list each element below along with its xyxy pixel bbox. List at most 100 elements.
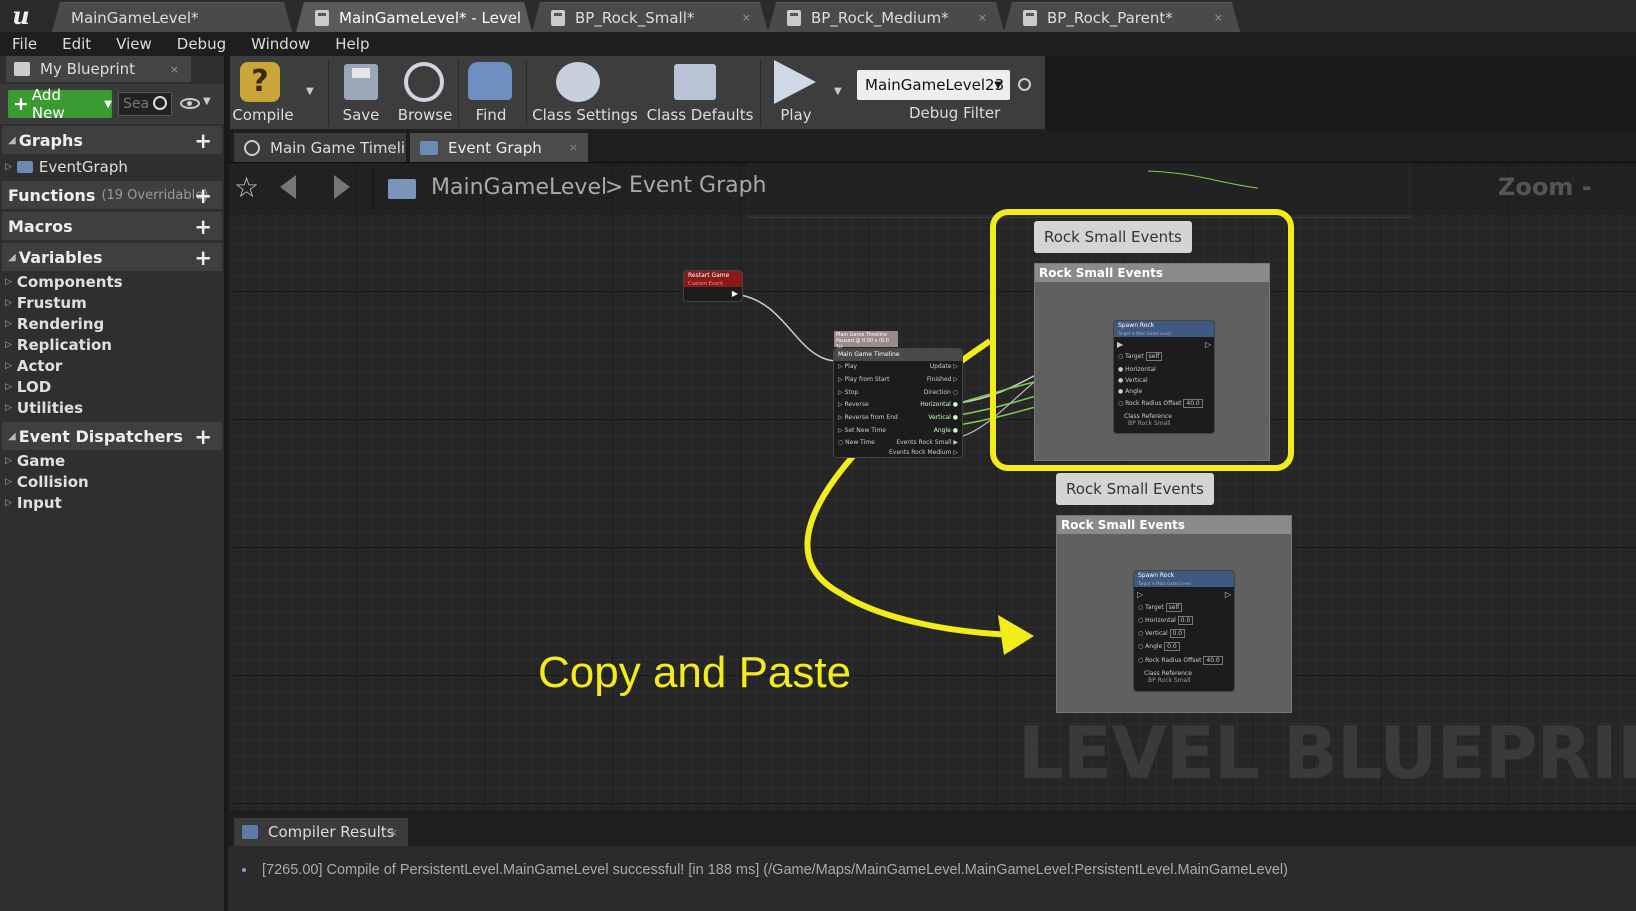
search-input[interactable]: Sea: [118, 92, 172, 116]
tree-item-lod[interactable]: ▷ LOD: [5, 378, 51, 396]
tree-item-label: Rendering: [16, 315, 105, 333]
tree-item-eventgraph[interactable]: ▷ EventGraph: [5, 158, 128, 176]
spawn-rock-node-copy[interactable]: Spawn Rock Target is Main Game Level ▷ ▷…: [1134, 571, 1234, 691]
menu-debug[interactable]: Debug: [177, 35, 226, 53]
exec-out-pin[interactable]: ▷: [1225, 590, 1231, 599]
tree-item-input[interactable]: ▷ Input: [5, 494, 62, 512]
compiler-results-tab[interactable]: Compiler Results ×: [234, 818, 408, 846]
close-icon[interactable]: ×: [978, 11, 987, 24]
tab-event-graph[interactable]: Event Graph ×: [410, 133, 588, 162]
close-icon[interactable]: ×: [742, 11, 751, 24]
section-graphs[interactable]: ◢ Graphs +: [2, 126, 222, 154]
class-defaults-button[interactable]: Class Defaults: [646, 56, 754, 130]
find-button[interactable]: Find: [460, 56, 522, 130]
add-macro-button[interactable]: +: [194, 215, 212, 239]
pin-events-rock-small[interactable]: Events Rock Small ▶: [896, 439, 958, 446]
pin-new-time[interactable]: ○ New Time: [838, 439, 875, 446]
tab-main-game-timeline[interactable]: Main Game Timeli ×: [234, 133, 406, 162]
exec-in-pin[interactable]: ▷: [1137, 590, 1143, 599]
pin-rock-radius-offset[interactable]: ○ Rock Radius Offset 40.0: [1138, 656, 1223, 665]
section-macros[interactable]: Macros +: [2, 212, 222, 240]
compile-button[interactable]: ? Compile: [232, 56, 294, 130]
close-icon[interactable]: ×: [569, 141, 578, 154]
class-reference-value[interactable]: BP Rock Small: [1148, 677, 1191, 684]
node-title: Main Game Timeline: [834, 349, 962, 361]
graph-canvas[interactable]: ☆ MainGameLevel > Event Graph Zoom - LEV…: [228, 162, 1636, 810]
doc-tab-maingamelevel[interactable]: MainGameLevel*: [52, 2, 292, 32]
pin-reverse-from-end[interactable]: ▷ Reverse from End: [838, 414, 898, 421]
tree-item-frustum[interactable]: ▷ Frustum: [5, 294, 87, 312]
compile-message[interactable]: [7265.00] Compile of PersistentLevel.Mai…: [262, 862, 1288, 878]
add-function-button[interactable]: +: [194, 184, 212, 208]
comment-bubble[interactable]: Rock Small Events: [1056, 473, 1214, 505]
node-title: Restart Game: [688, 272, 730, 279]
close-icon[interactable]: ×: [170, 63, 179, 76]
pin-events-rock-medium[interactable]: Events Rock Medium ▷: [889, 449, 958, 456]
pin-angle[interactable]: ○ Angle 0.0: [1138, 642, 1180, 651]
main-game-timeline-node[interactable]: Main Game Timeline ▷ Play ▷ Play from St…: [834, 349, 962, 457]
pin-reverse[interactable]: ▷ Reverse: [838, 401, 869, 408]
section-variables[interactable]: ◢ Variables +: [2, 243, 222, 271]
add-variable-button[interactable]: +: [194, 246, 212, 270]
class-settings-button[interactable]: Class Settings: [530, 56, 640, 130]
play-label: Play: [780, 106, 812, 124]
pin-vertical[interactable]: Vertical ●: [928, 414, 958, 421]
my-blueprint-tab[interactable]: My Blueprint ×: [6, 56, 191, 82]
tree-item-actor[interactable]: ▷ Actor: [5, 357, 62, 375]
close-icon[interactable]: ×: [506, 11, 515, 24]
compiler-results-panel: Compiler Results × [7265.00] Compile of …: [228, 810, 1636, 911]
compile-options-dropdown[interactable]: ▼: [306, 86, 314, 97]
debug-filter-select[interactable]: MainGameLevel23 ▼: [857, 70, 1010, 100]
tree-item-rendering[interactable]: ▷ Rendering: [5, 315, 104, 333]
pin-finished[interactable]: Finished ▷: [927, 376, 958, 383]
pin-stop[interactable]: ▷ Stop: [838, 389, 858, 396]
add-dispatcher-button[interactable]: +: [194, 425, 212, 449]
exec-out-pin[interactable]: ▶: [732, 289, 738, 298]
event-graph-icon: [420, 140, 438, 155]
menu-help[interactable]: Help: [335, 35, 369, 53]
menu-file[interactable]: File: [12, 35, 37, 53]
pin-set-new-time[interactable]: ▷ Set New Time: [838, 427, 886, 434]
pin-play[interactable]: ▷ Play: [838, 363, 857, 370]
save-button[interactable]: Save: [330, 56, 392, 130]
menu-view[interactable]: View: [116, 35, 152, 53]
add-graph-button[interactable]: +: [194, 129, 212, 153]
section-event-dispatchers[interactable]: ◢ Event Dispatchers +: [2, 422, 222, 450]
pin-horizontal[interactable]: ○ Horizontal 0.0: [1138, 616, 1194, 625]
play-options-dropdown[interactable]: ▼: [834, 86, 842, 97]
compiler-results-label: Compiler Results: [268, 823, 395, 841]
pin-direction[interactable]: Direction ○: [924, 389, 958, 396]
section-functions[interactable]: Functions (19 Overridable) +: [2, 181, 222, 209]
menu-edit[interactable]: Edit: [62, 35, 91, 53]
tree-item-collision[interactable]: ▷ Collision: [5, 473, 89, 491]
menu-bar: File Edit View Debug Window Help: [0, 32, 1636, 56]
pin-horizontal[interactable]: Horizontal ●: [920, 401, 958, 408]
doc-tab-bp-rock-parent[interactable]: BP_Rock_Parent* ×: [1004, 2, 1240, 32]
restart-game-node[interactable]: Restart Game Custom Event ▶: [684, 271, 742, 301]
search-icon[interactable]: [1018, 78, 1031, 91]
pin-play-from-start[interactable]: ▷ Play from Start: [838, 376, 889, 383]
menu-window[interactable]: Window: [251, 35, 310, 53]
tree-item-game[interactable]: ▷ Game: [5, 452, 65, 470]
doc-tab-bp-rock-small[interactable]: BP_Rock_Small* ×: [532, 2, 768, 32]
close-icon[interactable]: ×: [387, 141, 396, 154]
add-new-button[interactable]: + Add New ▼: [8, 86, 112, 122]
close-icon[interactable]: ×: [389, 826, 398, 839]
tree-item-replication[interactable]: ▷ Replication: [5, 336, 112, 354]
doc-tab-maingamelevel-level[interactable]: MainGameLevel* - Level ×: [296, 2, 532, 32]
tree-item-components[interactable]: ▷ Components: [5, 273, 123, 291]
browse-button[interactable]: Browse: [394, 56, 456, 130]
doc-tab-bp-rock-medium[interactable]: BP_Rock_Medium* ×: [768, 2, 1004, 32]
pin-vertical[interactable]: ○ Vertical 0.0: [1138, 629, 1186, 638]
pin-angle[interactable]: Angle ●: [934, 427, 958, 434]
section-dispatchers-label: Event Dispatchers: [18, 426, 183, 446]
eye-icon[interactable]: [180, 98, 200, 109]
pin-target[interactable]: ○ Target self: [1138, 603, 1183, 612]
close-icon[interactable]: ×: [1214, 11, 1223, 24]
chevron-down-icon[interactable]: ▼: [203, 96, 211, 107]
tree-item-utilities[interactable]: ▷ Utilities: [5, 399, 83, 417]
pin-update[interactable]: Update ▷: [930, 363, 958, 370]
pin-class-reference[interactable]: Class Reference: [1144, 670, 1192, 677]
play-button[interactable]: Play: [766, 56, 826, 130]
section-macros-label: Macros: [8, 216, 73, 236]
